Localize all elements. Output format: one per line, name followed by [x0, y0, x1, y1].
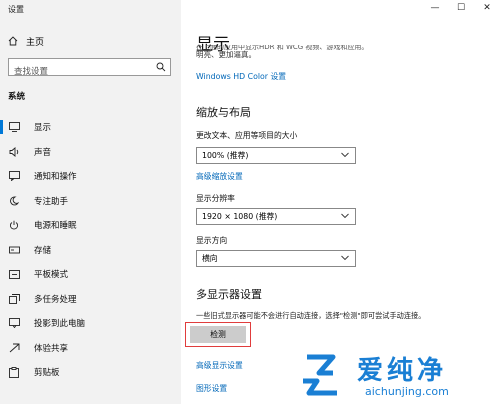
chevron-down-icon — [341, 255, 349, 261]
section-heading: 系统 — [8, 92, 26, 102]
sidebar-item-display[interactable]: 显示 — [0, 115, 181, 140]
clipboard-icon — [8, 366, 20, 378]
sidebar-item-label: 多任务处理 — [34, 294, 77, 305]
advanced-scaling-link[interactable]: 高级缩放设置 — [196, 171, 243, 182]
multi-display-note: 一些旧式显示器可能不会进行自动连接，选择"检测"即可尝试手动连接。 — [196, 311, 426, 320]
chevron-down-icon — [341, 152, 349, 158]
maximize-button[interactable]: ☐ — [448, 0, 474, 16]
sidebar-item-label: 体验共享 — [34, 343, 69, 354]
app-title: 设置 — [8, 5, 24, 14]
watermark-logo-icon — [303, 354, 337, 396]
advanced-display-link[interactable]: 高级显示设置 — [196, 360, 243, 371]
scale-dropdown-value: 100% (推荐) — [202, 151, 249, 160]
watermark-text: 爱纯净 — [357, 356, 448, 386]
sidebar-item-label: 专注助手 — [34, 196, 69, 207]
hdr-description: 在上面的应用中显示HDR 和 WCG 视频、游戏和应用。 明亮、更加逼真。 — [196, 45, 436, 60]
multi-display-heading: 多显示器设置 — [196, 288, 262, 301]
multitask-icon — [8, 293, 20, 305]
watermark-url: aichunjing.com — [365, 385, 449, 398]
sidebar-item-storage[interactable]: 存储 — [0, 238, 181, 263]
sidebar-item-label: 平板模式 — [34, 270, 69, 281]
sidebar-item-label: 通知和操作 — [34, 172, 77, 183]
notification-icon — [8, 170, 20, 182]
sidebar-item-project[interactable]: 投影到此电脑 — [0, 311, 181, 336]
sidebar-item-tablet-mode[interactable]: 平板模式 — [0, 262, 181, 287]
sidebar-item-label: 剪贴板 — [34, 368, 60, 379]
sidebar-item-label: 电源和睡眠 — [34, 221, 77, 232]
sidebar: 设置 主页 系统 显示 声音 通知和操作 专注助手 电源和睡眠 — [0, 0, 181, 404]
search-box[interactable] — [8, 58, 171, 80]
sidebar-item-shared-experiences[interactable]: 体验共享 — [0, 336, 181, 361]
sidebar-item-label: 显示 — [34, 123, 52, 134]
home-label: 主页 — [26, 37, 45, 48]
home-icon — [8, 36, 18, 46]
orientation-dropdown-value: 横向 — [202, 254, 218, 263]
tablet-icon — [8, 268, 20, 280]
resolution-dropdown-value: 1920 × 1080 (推荐) — [202, 212, 278, 221]
chevron-down-icon — [341, 213, 349, 219]
resolution-dropdown[interactable]: 1920 × 1080 (推荐) — [196, 208, 356, 225]
moon-icon — [8, 195, 20, 207]
hdr-description-line2: 明亮、更加逼真。 — [196, 50, 256, 59]
sidebar-item-sound[interactable]: 声音 — [0, 140, 181, 165]
display-icon — [8, 121, 20, 133]
graphics-settings-link[interactable]: 图形设置 — [196, 383, 227, 394]
scale-dropdown[interactable]: 100% (推荐) — [196, 147, 356, 164]
orientation-label: 显示方向 — [196, 236, 228, 245]
detect-button[interactable]: 检测 — [190, 326, 246, 343]
project-icon — [8, 317, 20, 329]
home-nav[interactable]: 主页 — [8, 34, 44, 48]
close-button[interactable]: ✕ — [474, 0, 500, 16]
watermark: 爱纯净 aichunjing.com — [295, 350, 495, 400]
resolution-label: 显示分辨率 — [196, 194, 235, 203]
sidebar-item-label: 声音 — [34, 147, 52, 158]
sidebar-item-clipboard[interactable]: 剪贴板 — [0, 360, 181, 385]
share-icon — [8, 342, 20, 354]
sidebar-item-label: 投影到此电脑 — [34, 319, 86, 330]
orientation-dropdown[interactable]: 横向 — [196, 250, 356, 267]
minimize-button[interactable]: — — [422, 0, 448, 16]
sidebar-item-multitasking[interactable]: 多任务处理 — [0, 287, 181, 312]
sidebar-item-power-sleep[interactable]: 电源和睡眠 — [0, 213, 181, 238]
power-icon — [8, 219, 20, 231]
sidebar-item-focus-assist[interactable]: 专注助手 — [0, 189, 181, 214]
hdr-color-settings-link[interactable]: Windows HD Color 设置 — [196, 71, 286, 82]
storage-icon — [8, 244, 20, 256]
sidebar-nav: 显示 声音 通知和操作 专注助手 电源和睡眠 存储 平板模式 多任务处理 投影到… — [0, 115, 181, 385]
main-panel: — ☐ ✕ 显示 在上面的应用中显示HDR 和 WCG 视频、游戏和应用。 明亮… — [181, 0, 500, 404]
sidebar-item-notifications[interactable]: 通知和操作 — [0, 164, 181, 189]
speaker-icon — [8, 146, 20, 158]
detect-button-highlight: 检测 — [185, 322, 251, 347]
sidebar-item-label: 存储 — [34, 245, 52, 256]
scale-label: 更改文本、应用等项目的大小 — [196, 131, 298, 140]
search-icon[interactable] — [156, 62, 166, 72]
scale-layout-heading: 缩放与布局 — [196, 106, 251, 119]
window-controls: — ☐ ✕ — [422, 0, 500, 16]
search-input[interactable] — [9, 64, 149, 80]
